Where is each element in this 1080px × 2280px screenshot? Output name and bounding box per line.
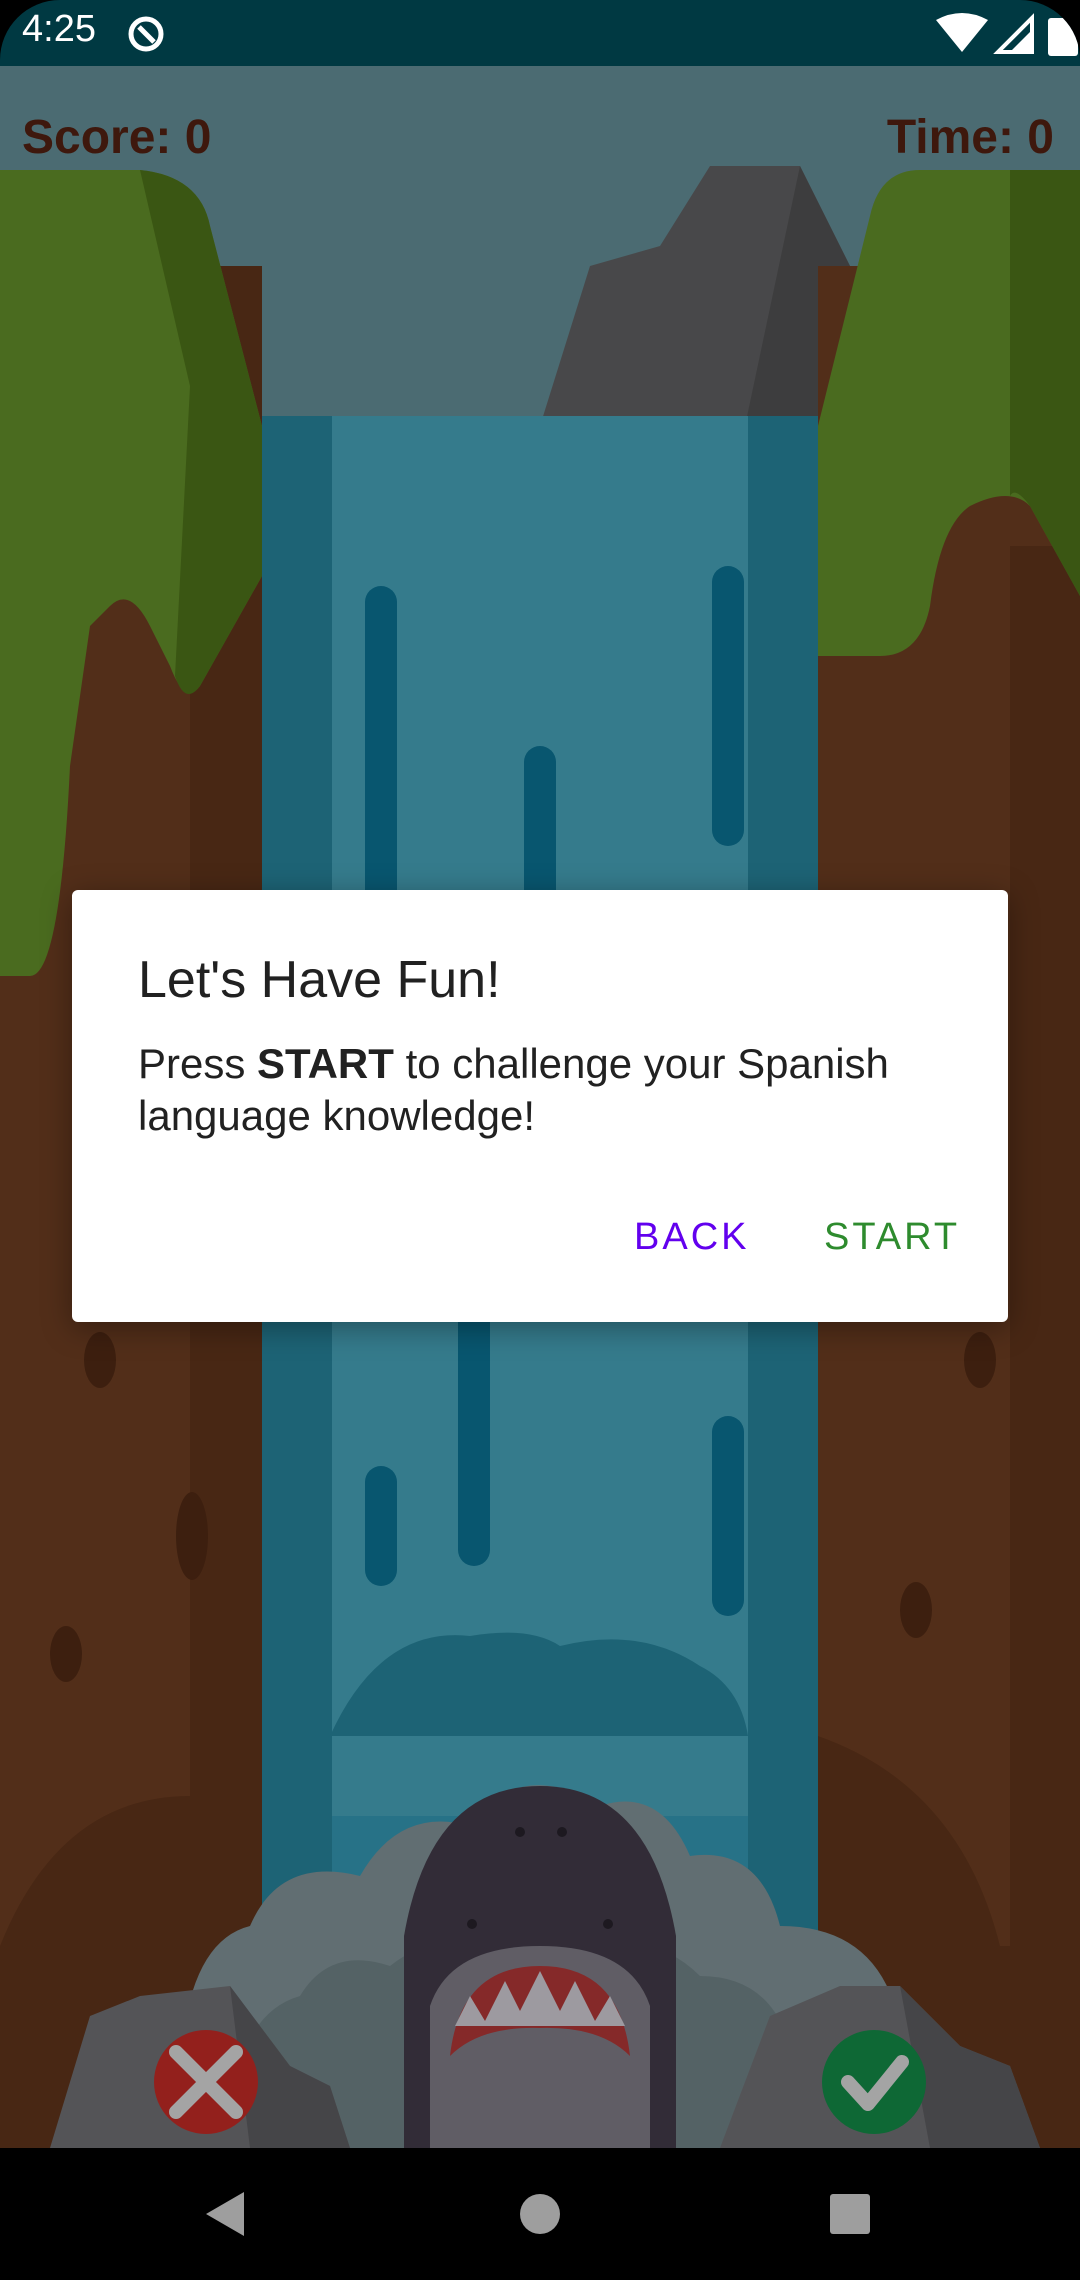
wifi-icon xyxy=(936,13,988,52)
phone-screen: 4:25 Score: 0 Time: 0 Let's Have Fun! Pr… xyxy=(0,0,1080,2280)
nav-back-icon[interactable] xyxy=(194,2182,258,2246)
status-bar: 4:25 xyxy=(0,0,1080,66)
dialog-message: Press START to challenge your Spanish la… xyxy=(138,1038,958,1142)
score-label: Score: 0 xyxy=(22,111,212,164)
app-notification-icon xyxy=(126,14,166,59)
correct-answer-button[interactable] xyxy=(822,2030,926,2134)
wrong-answer-button[interactable] xyxy=(154,2030,258,2134)
dialog-title: Let's Have Fun! xyxy=(138,951,501,1009)
status-time: 4:25 xyxy=(22,8,96,50)
navigation-bar xyxy=(0,2148,1080,2280)
nav-recents-icon[interactable] xyxy=(818,2182,882,2246)
status-icons xyxy=(930,12,1080,56)
time-label: Time: 0 xyxy=(886,111,1054,164)
message-prefix: Press xyxy=(138,1040,258,1087)
message-bold: START xyxy=(257,1040,394,1087)
start-dialog: Let's Have Fun! Press START to challenge… xyxy=(72,890,1008,1322)
nav-home-icon[interactable] xyxy=(508,2182,572,2246)
battery-icon xyxy=(1048,18,1078,56)
cell-signal-icon xyxy=(993,13,1034,54)
start-button[interactable]: START xyxy=(812,1208,972,1267)
back-button[interactable]: BACK xyxy=(622,1208,761,1267)
